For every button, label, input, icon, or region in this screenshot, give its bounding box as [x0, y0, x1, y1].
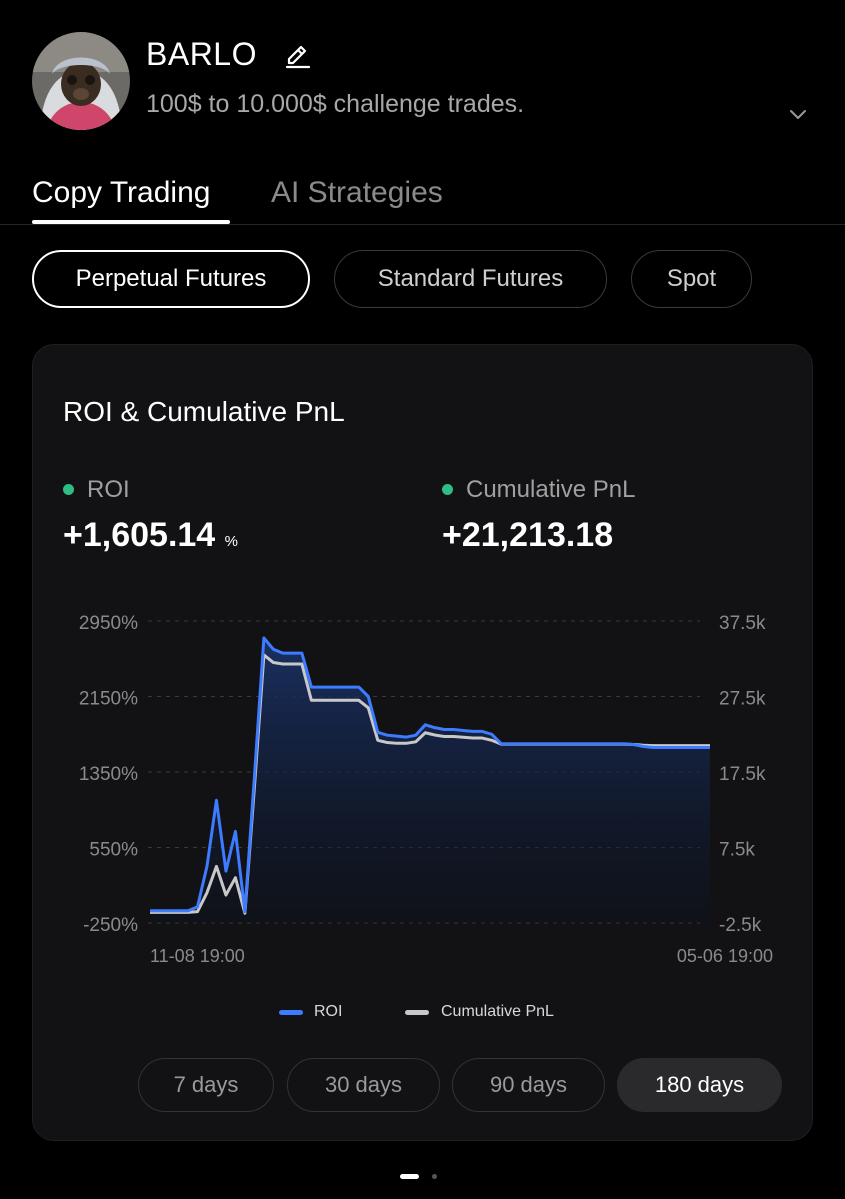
right-axis-tick: 37.5k — [719, 613, 766, 634]
left-axis-tick: 550% — [89, 840, 138, 861]
profile-name: BARLO — [146, 36, 257, 72]
pill-perpetual-futures[interactable]: Perpetual Futures — [32, 250, 310, 308]
right-axis-tick: -2.5k — [719, 915, 762, 936]
legend-pnl-swatch — [405, 1010, 429, 1015]
range-90-days[interactable]: 90 days — [452, 1058, 605, 1112]
legend-pnl-label: Cumulative PnL — [441, 1003, 554, 1020]
roi-pnl-chart[interactable]: 2950% 37.5k 2150% 27.5k 1350% 17.5k 550% 7.5k -2… — [0, 590, 845, 980]
roi-value-wrap: +1,605.14 % — [63, 516, 238, 555]
right-axis-tick: 17.5k — [719, 764, 766, 785]
left-axis-tick: 2950% — [79, 613, 138, 634]
x-axis-start-label: 11-08 19:00 — [150, 946, 245, 966]
left-axis-tick: -250% — [83, 915, 138, 936]
pager-dot[interactable] — [432, 1174, 437, 1179]
roi-label: ROI — [87, 476, 130, 503]
pill-standard-futures[interactable]: Standard Futures — [334, 250, 607, 308]
avatar[interactable] — [32, 32, 130, 130]
roi-status-dot — [63, 484, 74, 495]
pencil-icon[interactable] — [284, 42, 312, 70]
x-axis-end-label: 05-06 19:00 — [677, 946, 773, 966]
pager-dot-active[interactable] — [400, 1174, 419, 1179]
legend-roi-swatch — [279, 1010, 303, 1015]
left-axis-tick: 2150% — [79, 689, 138, 710]
chevron-down-icon[interactable] — [786, 102, 810, 126]
tab-copy-trading[interactable]: Copy Trading — [32, 176, 210, 210]
avatar-image — [32, 32, 130, 130]
card-title: ROI & Cumulative PnL — [63, 396, 345, 427]
tab-divider — [0, 224, 845, 225]
right-axis-tick: 7.5k — [719, 840, 755, 861]
range-30-days[interactable]: 30 days — [287, 1058, 440, 1112]
tab-ai-strategies[interactable]: AI Strategies — [271, 176, 443, 210]
left-axis-tick: 1350% — [79, 764, 138, 785]
pnl-status-dot — [442, 484, 453, 495]
range-7-days[interactable]: 7 days — [138, 1058, 274, 1112]
roi-value: +1,605.14 — [63, 516, 216, 554]
roi-unit: % — [224, 533, 238, 550]
pill-spot[interactable]: Spot — [631, 250, 752, 308]
profile-bio: 100$ to 10.000$ challenge trades. — [146, 90, 525, 118]
range-180-days[interactable]: 180 days — [617, 1058, 782, 1112]
pnl-value: +21,213.18 — [442, 516, 614, 554]
right-axis-tick: 27.5k — [719, 689, 766, 710]
pnl-label: Cumulative PnL — [466, 476, 636, 503]
legend-roi-label: ROI — [314, 1003, 343, 1020]
